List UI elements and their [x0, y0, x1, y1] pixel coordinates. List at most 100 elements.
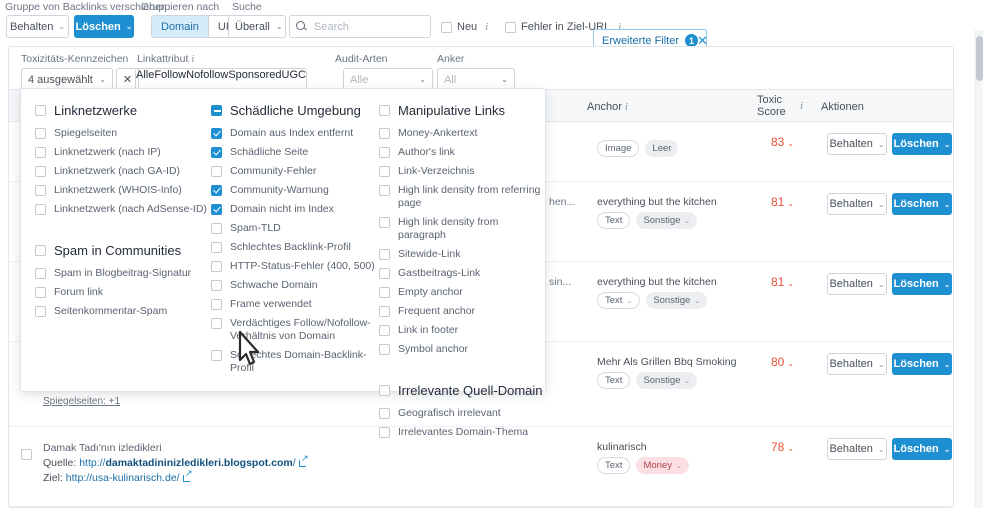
search-box[interactable]: [289, 15, 431, 38]
row-tag[interactable]: Text ⌄: [597, 292, 641, 309]
dropdown-filter-item[interactable]: Spiegelseiten: [35, 127, 211, 140]
row-delete-button[interactable]: Löschen ⌄: [892, 133, 952, 155]
checkbox-icon[interactable]: [379, 324, 390, 336]
row-source-link[interactable]: http://damaktadininizledikleri.blogspot.…: [79, 454, 309, 469]
dropdown-filter-item[interactable]: Gastbeitrags-Link: [379, 267, 544, 280]
dropdown-filter-item[interactable]: Domain nicht im Index: [211, 203, 381, 216]
dropdown-group-header[interactable]: Schädliche Umgebung: [211, 103, 381, 118]
row-keep-button[interactable]: Behalten ⌄: [827, 273, 887, 295]
checkbox-icon[interactable]: [35, 184, 46, 196]
checkbox-icon[interactable]: [35, 305, 46, 317]
checkbox-icon[interactable]: [35, 127, 46, 139]
row-select-checkbox[interactable]: [21, 449, 32, 460]
row-delete-button[interactable]: Löschen ⌄: [892, 438, 952, 460]
dropdown-filter-item[interactable]: Linknetzwerk (nach GA-ID): [35, 165, 211, 178]
checkbox-icon[interactable]: [379, 105, 390, 116]
checkbox-icon[interactable]: [35, 203, 46, 215]
dropdown-filter-item[interactable]: Link-Verzeichnis: [379, 165, 544, 178]
checkbox-icon[interactable]: [211, 105, 222, 116]
row-tag[interactable]: Image: [597, 140, 640, 157]
dropdown-filter-item[interactable]: Linknetzwerk (WHOIS-Info): [35, 184, 211, 197]
checkbox-icon[interactable]: [211, 203, 222, 215]
checkbox-icon[interactable]: [35, 286, 46, 298]
dropdown-filter-item[interactable]: Author's link: [379, 146, 544, 159]
row-target-link[interactable]: http://usa-kulinarisch.de/: [66, 469, 193, 484]
checkbox-icon[interactable]: [379, 426, 390, 438]
row-tag[interactable]: Money ⌄: [636, 457, 689, 474]
dropdown-filter-item[interactable]: Frequent anchor: [379, 305, 544, 318]
row-mirror-sites-link[interactable]: Spiegelseiten: +1: [43, 394, 416, 409]
row-toxic-score[interactable]: 81 ⌄: [771, 275, 794, 289]
checkbox-icon[interactable]: [379, 385, 390, 396]
tab-linkattr-alle[interactable]: Alle: [136, 69, 154, 90]
column-header-toxic-score[interactable]: Toxic Score i: [757, 94, 803, 118]
tab-group-domain[interactable]: Domain: [152, 16, 208, 37]
checkbox-icon[interactable]: [505, 21, 516, 33]
row-tag[interactable]: Sonstige ⌄: [636, 372, 698, 389]
search-input[interactable]: [312, 19, 424, 34]
dropdown-group-header[interactable]: Irrelevante Quell-Domain: [379, 383, 544, 398]
info-icon[interactable]: i: [625, 101, 628, 113]
row-tag[interactable]: Leer: [645, 140, 679, 157]
info-icon[interactable]: i: [800, 100, 803, 112]
page-scrollbar-track[interactable]: [974, 30, 983, 508]
dropdown-filter-item[interactable]: HTTP-Status-Fehler (400, 500): [211, 260, 381, 273]
checkbox-icon[interactable]: [379, 184, 390, 196]
row-delete-button[interactable]: Löschen ⌄: [892, 193, 952, 215]
checkbox-icon[interactable]: [379, 248, 390, 260]
external-link-icon[interactable]: [298, 454, 309, 467]
checkbox-icon[interactable]: [211, 317, 222, 329]
dropdown-filter-item[interactable]: Sitewide-Link: [379, 248, 544, 261]
dropdown-filter-item[interactable]: High link density from paragraph: [379, 216, 544, 242]
checkbox-icon[interactable]: [441, 21, 452, 33]
filter-new-checkbox[interactable]: Neu i: [441, 21, 488, 33]
checkbox-icon[interactable]: [35, 165, 46, 177]
checkbox-icon[interactable]: [379, 146, 390, 158]
checkbox-icon[interactable]: [211, 146, 222, 158]
dropdown-filter-item[interactable]: Money-Ankertext: [379, 127, 544, 140]
dropdown-filter-item[interactable]: Seitenkommentar-Spam: [35, 305, 211, 318]
page-scrollbar-thumb[interactable]: [976, 36, 983, 81]
dropdown-filter-item[interactable]: Verdächtiges Follow/Nofollow-Verhältnis …: [211, 317, 381, 343]
dropdown-filter-item[interactable]: Symbol anchor: [379, 343, 544, 356]
row-keep-button[interactable]: Behalten ⌄: [827, 133, 887, 155]
dropdown-group-header[interactable]: Linknetzwerke: [35, 103, 211, 118]
dropdown-filter-item[interactable]: Empty anchor: [379, 286, 544, 299]
dropdown-filter-item[interactable]: Community-Warnung: [211, 184, 381, 197]
keep-button[interactable]: Behalten ⌄: [6, 15, 69, 38]
dropdown-filter-item[interactable]: Schlechtes Domain-Backlink-Profil: [211, 349, 381, 375]
column-header-anchor[interactable]: Anchor i: [587, 101, 628, 113]
checkbox-icon[interactable]: [211, 279, 222, 291]
dropdown-filter-item[interactable]: Spam-TLD: [211, 222, 381, 235]
tab-linkattr-ugc[interactable]: UGC: [282, 69, 306, 90]
dropdown-filter-item[interactable]: Geografisch irrelevant: [379, 407, 544, 420]
row-keep-button[interactable]: Behalten ⌄: [827, 438, 887, 460]
dropdown-filter-item[interactable]: Irrelevantes Domain-Thema: [379, 426, 544, 439]
dropdown-filter-item[interactable]: Domain aus Index entfernt: [211, 127, 381, 140]
info-icon[interactable]: i: [191, 53, 194, 65]
tab-linkattr-sponsored[interactable]: Sponsored: [228, 69, 281, 90]
checkbox-icon[interactable]: [211, 222, 222, 234]
checkbox-icon[interactable]: [35, 245, 46, 256]
row-tag[interactable]: Sonstige ⌄: [646, 292, 708, 309]
checkbox-icon[interactable]: [211, 298, 222, 310]
row-keep-button[interactable]: Behalten ⌄: [827, 193, 887, 215]
external-link-icon[interactable]: [182, 469, 193, 482]
checkbox-icon[interactable]: [379, 267, 390, 279]
checkbox-icon[interactable]: [379, 407, 390, 419]
dropdown-filter-item[interactable]: Spam in Blogbeitrag-Signatur: [35, 267, 211, 280]
row-tag[interactable]: Sonstige ⌄: [636, 212, 698, 229]
checkbox-icon[interactable]: [211, 260, 222, 272]
delete-button[interactable]: Löschen ⌄: [74, 15, 134, 38]
dropdown-filter-item[interactable]: Linknetzwerk (nach IP): [35, 146, 211, 159]
checkbox-icon[interactable]: [379, 127, 390, 139]
dropdown-filter-item[interactable]: Frame verwendet: [211, 298, 381, 311]
checkbox-icon[interactable]: [379, 216, 390, 228]
row-toxic-score[interactable]: 83 ⌄: [771, 135, 794, 149]
info-icon[interactable]: i: [485, 21, 488, 33]
dropdown-filter-item[interactable]: Link in footer: [379, 324, 544, 337]
checkbox-icon[interactable]: [379, 286, 390, 298]
dropdown-group-header[interactable]: Manipulative Links: [379, 103, 544, 118]
dropdown-filter-item[interactable]: Schädliche Seite: [211, 146, 381, 159]
dropdown-filter-item[interactable]: High link density from referring page: [379, 184, 544, 210]
